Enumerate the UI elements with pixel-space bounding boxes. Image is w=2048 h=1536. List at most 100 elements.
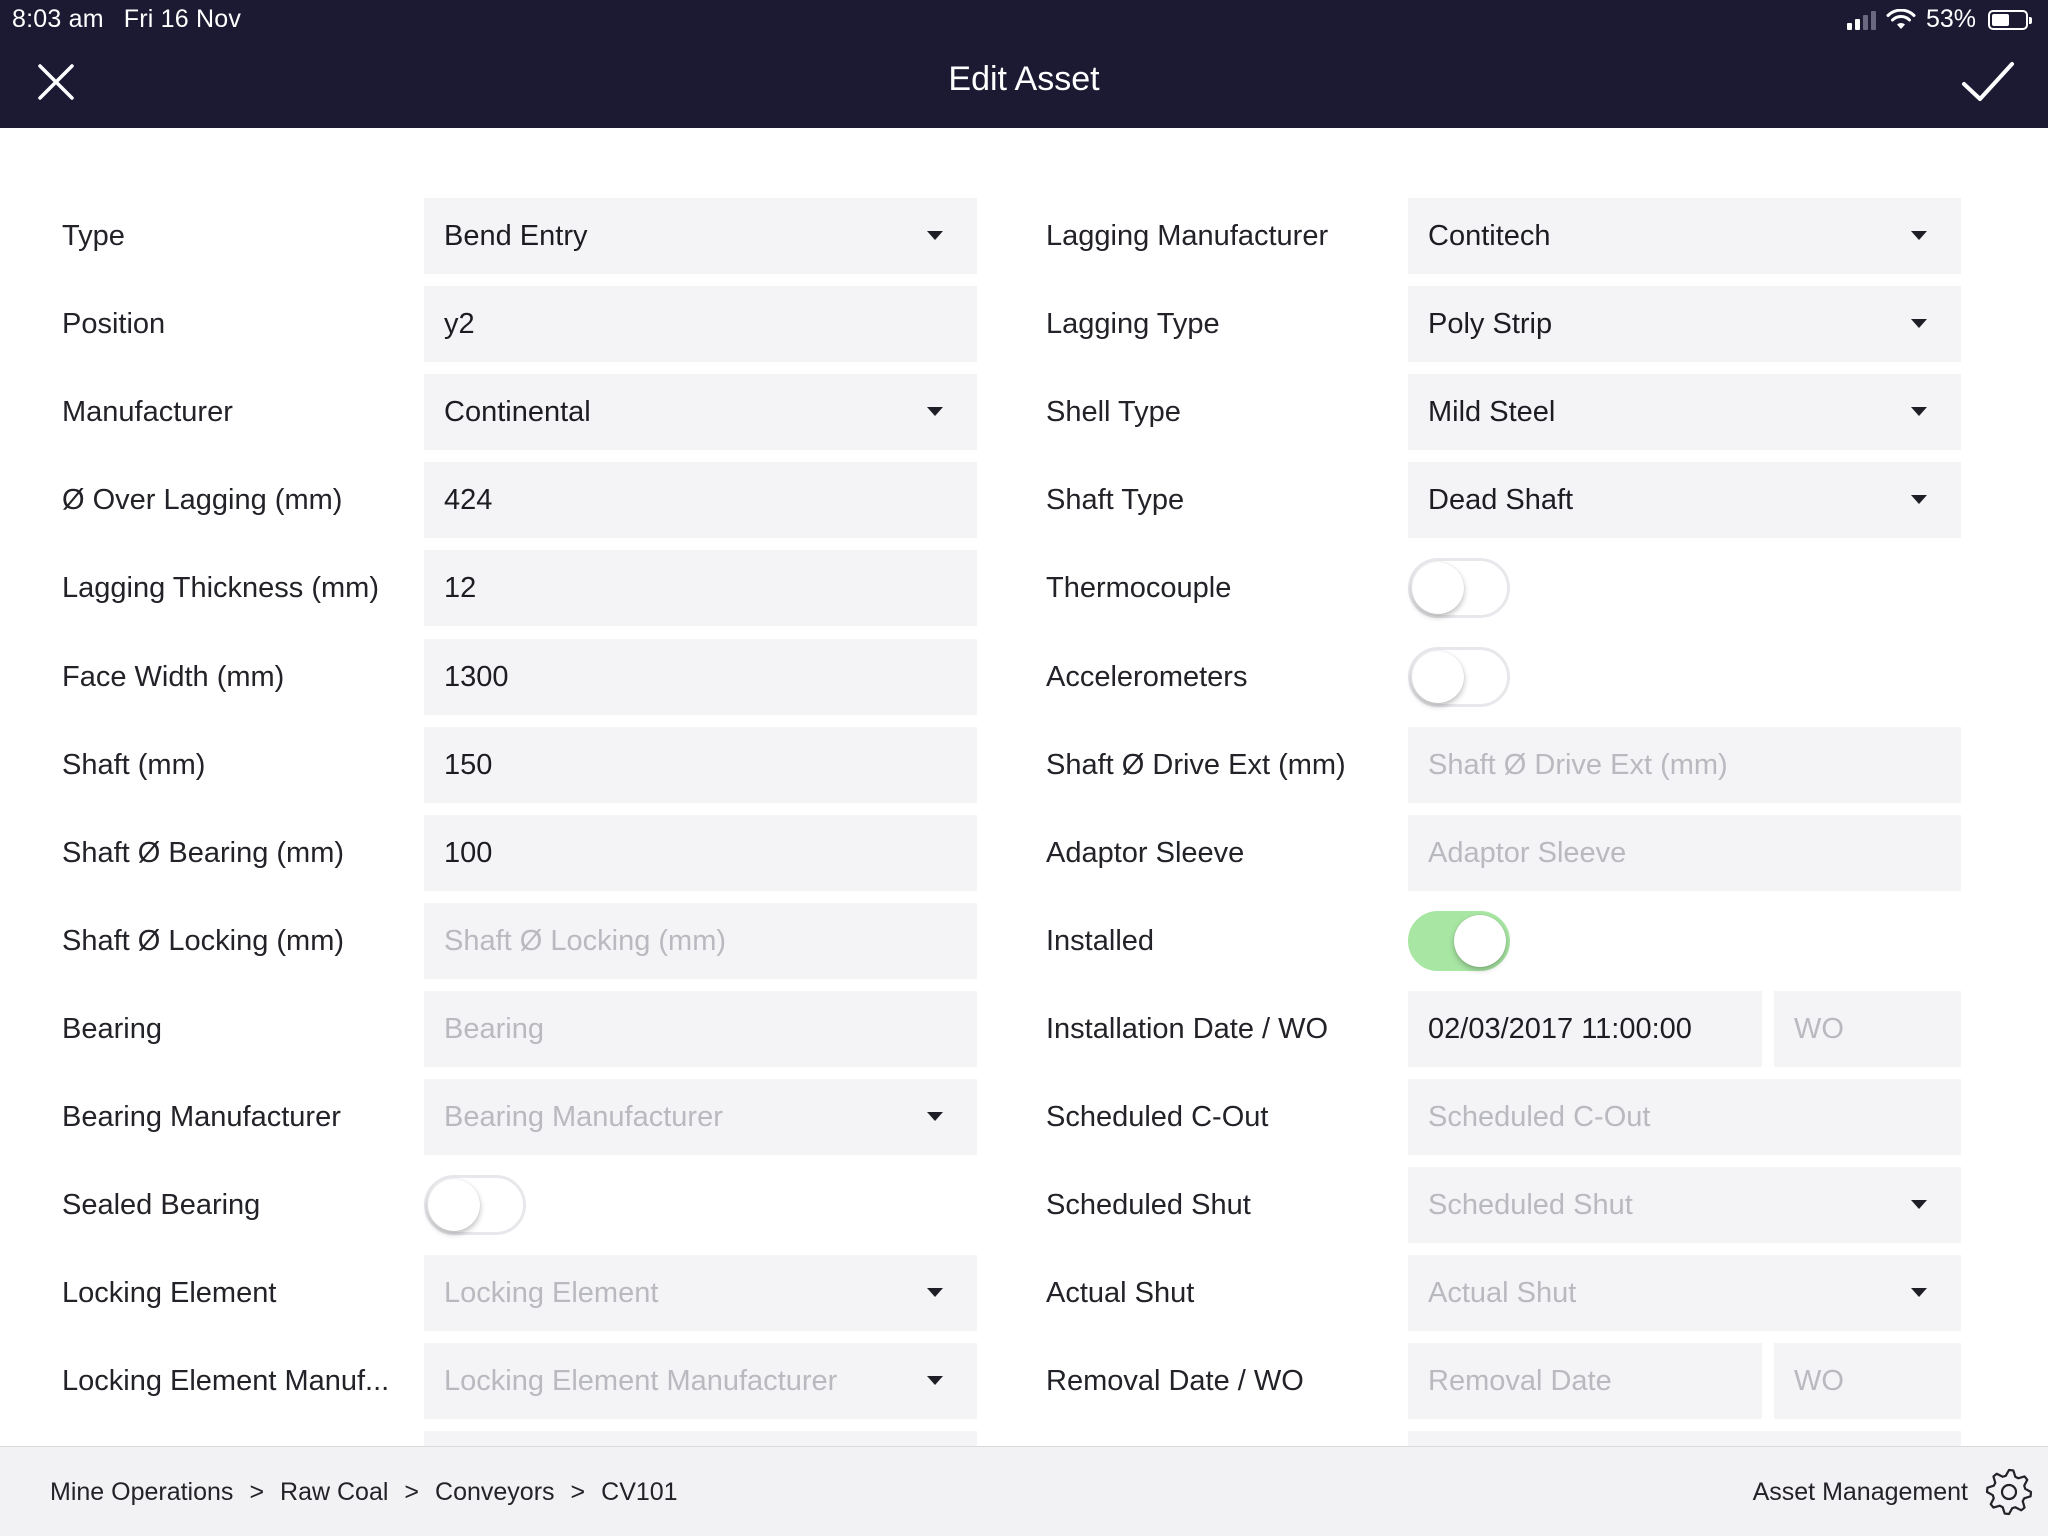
shaft-dia-bearing-mm-label: Shaft Ø Bearing (mm): [62, 837, 345, 869]
field-value: Poly Strip: [1428, 308, 1553, 340]
locking-element-manuf-dropdown[interactable]: Locking Element Manufacturer: [424, 1343, 977, 1419]
field-placeholder: Shaft Ø Drive Ext (mm): [1428, 749, 1728, 781]
next-field-partial[interactable]: [424, 1431, 977, 1446]
shaft-mm-input[interactable]: 150: [424, 727, 977, 803]
lagging-thickness-mm-input[interactable]: 12: [424, 550, 977, 626]
installation-date-wo-label: Installation Date / WO: [1046, 1013, 1329, 1045]
position-input[interactable]: y2: [424, 286, 977, 362]
dia-over-lagging-mm-input[interactable]: 424: [424, 462, 977, 538]
field-value: 424: [444, 484, 493, 516]
breadcrumb-item[interactable]: Raw Coal: [280, 1478, 388, 1506]
sealed-bearing-toggle[interactable]: [424, 1175, 526, 1235]
locking-element-manuf-label: Locking Element Manuf...: [62, 1365, 390, 1397]
type-label: Type: [62, 220, 125, 252]
actual-shut-dropdown[interactable]: Actual Shut: [1408, 1255, 1961, 1331]
removal-date-wo-wo-field[interactable]: WO: [1774, 1343, 1961, 1419]
sealed-bearing-label: Sealed Bearing: [62, 1189, 261, 1221]
installation-date-wo-date-field[interactable]: 02/03/2017 11:00:00: [1408, 991, 1762, 1067]
field-placeholder: Locking Element Manufacturer: [444, 1365, 838, 1397]
dropdown-caret-icon: [927, 1376, 943, 1385]
toggle-knob: [1412, 562, 1464, 614]
thermocouple-toggle[interactable]: [1408, 558, 1510, 618]
field-value: 100: [444, 837, 493, 869]
field-placeholder: Bearing Manufacturer: [444, 1101, 723, 1133]
asset-form: Type Bend Entry Position y2 Manufacturer Cont…: [0, 128, 2048, 1446]
bearing-input[interactable]: Bearing: [424, 991, 977, 1067]
field-placeholder: WO: [1794, 1365, 1844, 1397]
bearing-manufacturer-label: Bearing Manufacturer: [62, 1101, 341, 1133]
manufacturer-label: Manufacturer: [62, 396, 233, 428]
field-value: 150: [444, 749, 493, 781]
actual-shut-label: Actual Shut: [1046, 1277, 1195, 1309]
shaft-dia-drive-ext-mm-label: Shaft Ø Drive Ext (mm): [1046, 749, 1346, 781]
lagging-manufacturer-dropdown[interactable]: Contitech: [1408, 198, 1961, 274]
dropdown-caret-icon: [1911, 1288, 1927, 1297]
toggle-knob: [428, 1179, 480, 1231]
breadcrumb-item[interactable]: Mine Operations: [50, 1478, 233, 1506]
breadcrumb-item[interactable]: Conveyors: [435, 1478, 555, 1506]
status-date: Fri 16 Nov: [123, 5, 242, 33]
field-placeholder: Scheduled Shut: [1428, 1189, 1633, 1221]
field-value: Mild Steel: [1428, 396, 1556, 428]
dia-over-lagging-mm-label: Ø Over Lagging (mm): [62, 484, 343, 516]
bearing-manufacturer-dropdown[interactable]: Bearing Manufacturer: [424, 1079, 977, 1155]
dropdown-caret-icon: [1911, 319, 1927, 328]
accelerometers-toggle[interactable]: [1408, 647, 1510, 707]
save-button[interactable]: [1958, 58, 2018, 106]
shell-type-dropdown[interactable]: Mild Steel: [1408, 374, 1961, 450]
next-field-partial[interactable]: [1408, 1431, 1961, 1446]
installation-date-wo-wo-field[interactable]: WO: [1774, 991, 1961, 1067]
shaft-mm-label: Shaft (mm): [62, 749, 206, 781]
field-value: Contitech: [1428, 220, 1551, 252]
app-name: Asset Management: [1752, 1478, 1968, 1506]
scheduled-c-out-input[interactable]: Scheduled C-Out: [1408, 1079, 1961, 1155]
field-value: Dead Shaft: [1428, 484, 1574, 516]
scheduled-shut-dropdown[interactable]: Scheduled Shut: [1408, 1167, 1961, 1243]
installed-toggle[interactable]: [1408, 911, 1510, 971]
field-value: Bend Entry: [444, 220, 588, 252]
removal-date-wo-date-field[interactable]: Removal Date: [1408, 1343, 1762, 1419]
battery-percent: 53%: [1925, 5, 1976, 33]
settings-button[interactable]: [1984, 1467, 2034, 1517]
field-placeholder: Bearing: [444, 1013, 544, 1045]
field-placeholder: Locking Element: [444, 1277, 659, 1309]
position-label: Position: [62, 308, 166, 340]
bearing-label: Bearing: [62, 1013, 162, 1045]
breadcrumb-separator: >: [570, 1478, 586, 1506]
breadcrumb-item[interactable]: CV101: [601, 1478, 677, 1506]
face-width-mm-label: Face Width (mm): [62, 661, 285, 693]
wifi-icon: [1886, 8, 1916, 29]
adaptor-sleeve-input[interactable]: Adaptor Sleeve: [1408, 815, 1961, 891]
field-placeholder: Scheduled C-Out: [1428, 1101, 1651, 1133]
manufacturer-dropdown[interactable]: Continental: [424, 374, 977, 450]
field-value: Continental: [444, 396, 591, 428]
face-width-mm-input[interactable]: 1300: [424, 639, 977, 715]
page-title: Edit Asset: [948, 60, 1100, 98]
shaft-dia-drive-ext-mm-input[interactable]: Shaft Ø Drive Ext (mm): [1408, 727, 1961, 803]
shaft-type-label: Shaft Type: [1046, 484, 1185, 516]
type-dropdown[interactable]: Bend Entry: [424, 198, 977, 274]
breadcrumb: Mine Operations > Raw Coal > Conveyors > CV101: [50, 1447, 678, 1536]
status-bar-left: 8:03 am Fri 16 Nov: [12, 5, 241, 34]
lagging-type-dropdown[interactable]: Poly Strip: [1408, 286, 1961, 362]
shaft-type-dropdown[interactable]: Dead Shaft: [1408, 462, 1961, 538]
checkmark-icon: [1962, 62, 2014, 101]
field-value: 02/03/2017 11:00:00: [1428, 1013, 1692, 1045]
adaptor-sleeve-label: Adaptor Sleeve: [1046, 837, 1245, 869]
status-time: 8:03 am: [12, 5, 104, 33]
breadcrumb-separator: >: [404, 1478, 420, 1506]
scheduled-c-out-label: Scheduled C-Out: [1046, 1101, 1269, 1133]
scheduled-shut-label: Scheduled Shut: [1046, 1189, 1251, 1221]
lagging-type-label: Lagging Type: [1046, 308, 1220, 340]
removal-date-wo-label: Removal Date / WO: [1046, 1365, 1304, 1397]
dropdown-caret-icon: [1911, 1200, 1927, 1209]
top-bar: 8:03 am Fri 16 Nov 53% Edit Asset: [0, 0, 2048, 128]
dropdown-caret-icon: [927, 1112, 943, 1121]
toggle-knob: [1412, 651, 1464, 703]
shaft-dia-locking-mm-input[interactable]: Shaft Ø Locking (mm): [424, 903, 977, 979]
field-placeholder: WO: [1794, 1013, 1844, 1045]
locking-element-dropdown[interactable]: Locking Element: [424, 1255, 977, 1331]
shaft-dia-bearing-mm-input[interactable]: 100: [424, 815, 977, 891]
field-placeholder: Removal Date: [1428, 1365, 1612, 1397]
dropdown-caret-icon: [927, 407, 943, 416]
